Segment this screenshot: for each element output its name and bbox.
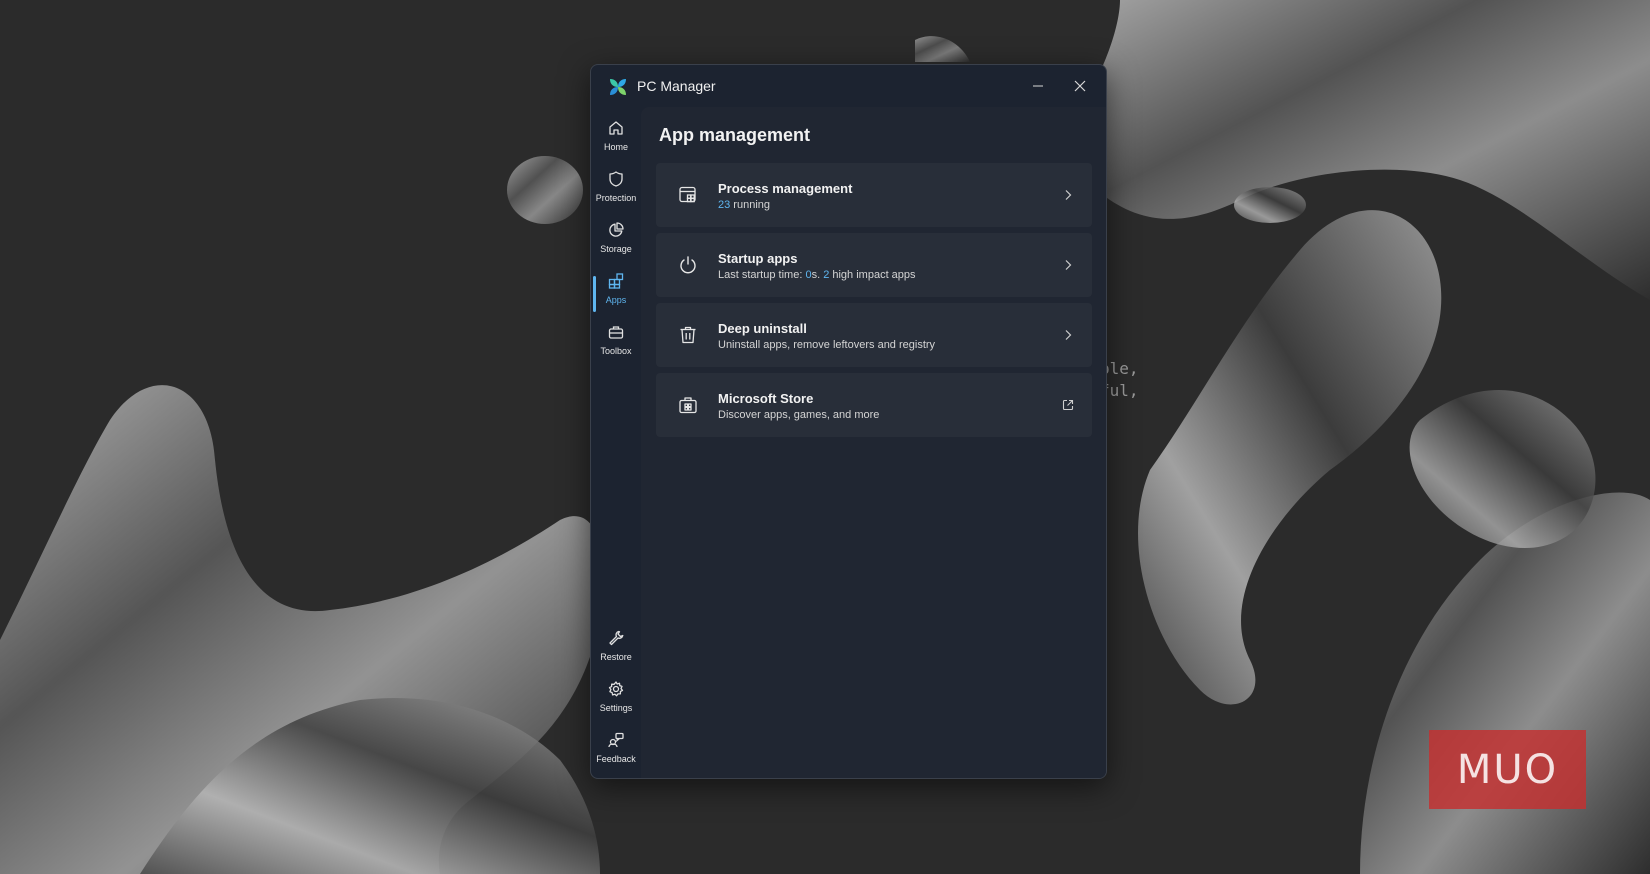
title-bar[interactable]: PC Manager: [591, 65, 1106, 107]
process-management-card[interactable]: Process management 23 running: [656, 163, 1092, 227]
sidebar-item-toolbox[interactable]: Toolbox: [591, 319, 641, 363]
deep-uninstall-card[interactable]: Deep uninstall Uninstall apps, remove le…: [656, 303, 1092, 367]
sidebar-item-label: Apps: [605, 295, 627, 305]
process-count: 23: [718, 199, 731, 211]
sidebar-item-label: Storage: [600, 244, 632, 254]
trash-icon: [680, 326, 696, 344]
minimize-icon: [1033, 85, 1043, 87]
sidebar-item-settings[interactable]: Settings: [591, 676, 641, 720]
close-button[interactable]: [1060, 71, 1100, 101]
sidebar-item-apps[interactable]: Apps: [591, 268, 641, 312]
card-title: Microsoft Store: [718, 391, 814, 406]
toolbox-icon: [608, 326, 624, 339]
gear-icon: [608, 681, 624, 697]
feedback-icon: [608, 732, 624, 748]
sidebar-item-label: Feedback: [596, 754, 636, 764]
startup-apps-card[interactable]: Startup apps Last startup time: 0s. 2 hi…: [656, 233, 1092, 297]
sidebar-item-storage[interactable]: Storage: [591, 217, 641, 261]
sidebar-item-label: Settings: [599, 703, 633, 713]
card-subtitle: Last startup time: 0s. 2 high impact app…: [718, 269, 916, 281]
store-icon: [679, 397, 697, 414]
sidebar-item-restore[interactable]: Restore: [591, 625, 641, 669]
pie-chart-icon: [609, 222, 624, 237]
sidebar-item-label: Toolbox: [600, 346, 632, 356]
main-content: App management Process management 23 run…: [641, 107, 1106, 778]
card-subtitle: 23 running: [718, 199, 771, 211]
active-indicator: [593, 276, 596, 312]
chevron-right-icon: [1065, 260, 1072, 270]
external-link-icon: [1062, 399, 1074, 411]
pc-manager-window: PC Manager Home Protection Storage Apps …: [590, 64, 1107, 779]
process-window-icon: [679, 186, 696, 203]
sidebar-nav: Home Protection Storage Apps Toolbox Res…: [591, 107, 641, 778]
page-title: App management: [659, 125, 811, 145]
minimize-button[interactable]: [1018, 71, 1058, 101]
microsoft-store-card[interactable]: Microsoft Store Discover apps, games, an…: [656, 373, 1092, 437]
card-title: Deep uninstall: [718, 321, 807, 336]
apps-icon: [608, 273, 624, 289]
sidebar-item-label: Restore: [600, 652, 632, 662]
close-icon: [1074, 80, 1086, 92]
sidebar-item-label: Protection: [595, 193, 637, 203]
card-title: Process management: [718, 181, 853, 196]
shield-icon: [609, 171, 623, 187]
card-subtitle: Discover apps, games, and more: [718, 409, 880, 421]
card-title: Startup apps: [718, 251, 798, 266]
sidebar-item-feedback[interactable]: Feedback: [591, 727, 641, 771]
card-subtitle: Uninstall apps, remove leftovers and reg…: [718, 339, 936, 351]
chevron-right-icon: [1065, 190, 1072, 200]
wrench-icon: [609, 630, 624, 646]
sidebar-item-label: Home: [603, 142, 628, 152]
muo-watermark: MUO: [1429, 730, 1586, 809]
window-title: PC Manager: [637, 78, 716, 94]
home-icon: [609, 121, 623, 135]
chevron-right-icon: [1065, 330, 1072, 340]
power-icon: [680, 256, 696, 274]
sidebar-item-home[interactable]: Home: [591, 115, 641, 159]
sidebar-item-protection[interactable]: Protection: [591, 166, 641, 210]
pc-manager-logo-icon: [610, 79, 626, 95]
